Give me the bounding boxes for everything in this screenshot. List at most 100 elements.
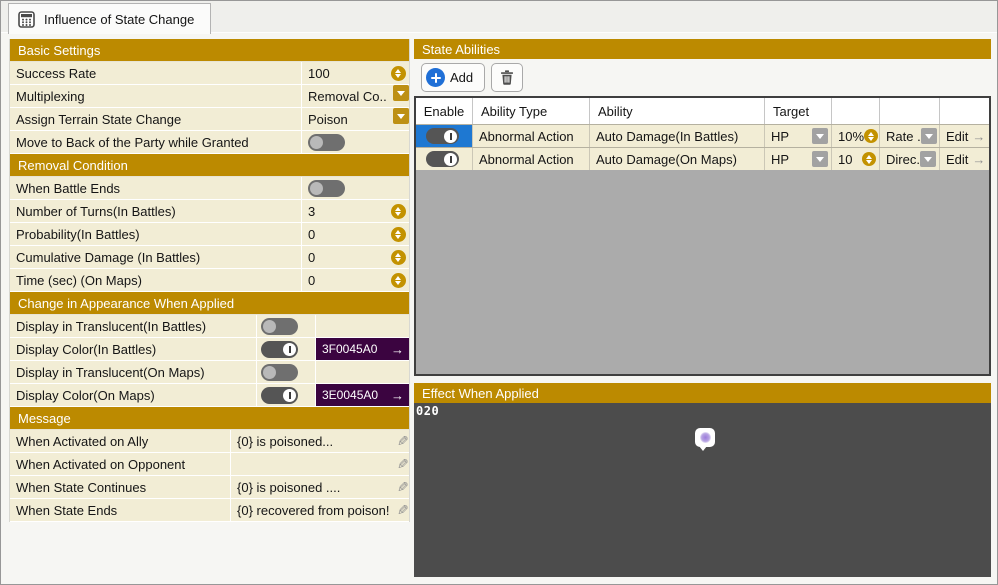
table-row[interactable]: Abnormal Action Auto Damage(In Battles) … [416,124,989,147]
dropdown-arrow-icon[interactable] [921,128,937,144]
color-hex-value: 3F0045A0 [322,342,377,356]
stepper-icon[interactable] [391,204,406,219]
target-value: HP [771,129,789,144]
rate-cell[interactable]: 10 [832,148,880,170]
row-time-sec: Time (sec) (On Maps) 0 [10,269,409,292]
enable-toggle[interactable] [426,128,459,144]
msg-activated-on-opponent-field[interactable]: ✎ [231,453,409,475]
stepper-icon[interactable] [391,250,406,265]
row-label: Assign Terrain State Change [10,108,302,130]
ability-cell[interactable]: Auto Damage(In Battles) [590,125,765,147]
ability-type-cell[interactable]: Abnormal Action [473,148,590,170]
move-to-back-toggle[interactable] [308,134,345,151]
when-battle-ends-toggle[interactable] [308,180,345,197]
tab-title: Influence of State Change [44,12,194,27]
cumulative-damage-field[interactable]: 0 [302,246,409,268]
edit-pencil-icon[interactable]: ✎ [393,457,409,471]
translucent-on-maps-toggle[interactable] [261,364,298,381]
target-cell[interactable]: HP [765,125,832,147]
effect-when-applied-panel: Effect When Applied 020 [414,383,991,577]
stepper-icon[interactable] [864,129,878,143]
particle-dot [700,432,711,443]
direction-value: Rate . [886,129,921,144]
row-label: When Activated on Opponent [10,453,231,475]
direction-cell[interactable]: Rate . [880,125,940,147]
row-msg-state-continues: When State Continues {0} is poisoned ...… [10,476,409,499]
edit-pencil-icon[interactable]: ✎ [393,503,409,517]
section-header-message: Message [10,407,409,430]
enable-cell-selected [416,125,473,147]
section-title: Removal Condition [18,158,128,173]
tab-bar: Influence of State Change [1,1,997,33]
time-sec-field[interactable]: 0 [302,269,409,291]
row-label: When State Continues [10,476,231,498]
stepper-icon[interactable] [391,66,406,81]
success-rate-field[interactable]: 100 [302,62,409,84]
probability-field[interactable]: 0 [302,223,409,245]
enable-cell [416,148,473,170]
stepper-icon[interactable] [391,227,406,242]
row-assign-terrain-state-change: Assign Terrain State Change Poison [10,108,409,131]
row-label: Number of Turns(In Battles) [10,200,302,222]
ability-cell[interactable]: Auto Damage(On Maps) [590,148,765,170]
table-header-cell [880,98,940,124]
row-label: Display Color(In Battles) [10,338,257,360]
dropdown-arrow-icon[interactable] [812,151,828,167]
dropdown-arrow-icon[interactable] [393,108,409,124]
effect-preview-area[interactable]: 020 [414,403,991,577]
edit-pencil-icon[interactable]: ✎ [393,480,409,494]
stepper-icon[interactable] [391,273,406,288]
row-label: Cumulative Damage (In Battles) [10,246,302,268]
row-display-color-in-battles: Display Color(In Battles) 3F0045A0 → [10,338,409,361]
multiplexing-select[interactable]: Removal Co.. [302,85,409,107]
field-value: 0 [308,227,332,242]
target-value: HP [771,152,789,167]
row-translucent-in-battles: Display in Translucent(In Battles) [10,315,409,338]
dropdown-arrow-icon[interactable] [920,151,936,167]
state-abilities-panel: State Abilities Add [414,39,991,376]
rate-cell[interactable]: 10% [832,125,880,147]
target-cell[interactable]: HP [765,148,832,170]
section-header-appearance: Change in Appearance When Applied [10,292,409,315]
msg-state-ends-field[interactable]: {0} recovered from poison! ✎ [231,499,409,521]
dropdown-arrow-icon[interactable] [393,85,409,101]
number-of-turns-field[interactable]: 3 [302,200,409,222]
section-title: Basic Settings [18,43,100,58]
edit-label: Edit [946,152,968,167]
color-swatch-in-battles[interactable]: 3F0045A0 → [316,338,409,360]
display-color-on-maps-toggle[interactable] [261,387,298,404]
display-color-in-battles-toggle[interactable] [261,341,298,358]
stepper-icon[interactable] [862,152,876,166]
msg-state-continues-field[interactable]: {0} is poisoned .... ✎ [231,476,409,498]
edit-cell[interactable]: Edit → [940,125,989,147]
msg-activated-on-ally-field[interactable]: {0} is poisoned... ✎ [231,430,409,452]
section-header-basic-settings: Basic Settings [10,39,409,62]
open-color-picker-arrow-icon[interactable]: → [391,342,404,357]
delete-button[interactable] [491,63,523,92]
tab-influence-of-state-change[interactable]: Influence of State Change [8,3,211,34]
edit-cell[interactable]: Edit → [940,148,989,170]
table-header-cell: Ability Type [473,98,590,124]
dropdown-arrow-icon[interactable] [812,128,828,144]
terrain-state-select[interactable]: Poison [302,108,409,130]
translucent-in-battles-toggle[interactable] [261,318,298,335]
table-row[interactable]: Abnormal Action Auto Damage(On Maps) HP … [416,147,989,170]
field-value: {0} is poisoned... [237,434,350,449]
row-label: Success Rate [10,62,302,84]
row-label: When State Ends [10,499,231,521]
direction-value: Direc. [886,152,920,167]
ability-type-cell[interactable]: Abnormal Action [473,125,590,147]
row-label: When Activated on Ally [10,430,231,452]
edit-pencil-icon[interactable]: ✎ [393,434,409,448]
color-swatch-on-maps[interactable]: 3E0045A0 → [316,384,409,406]
add-button[interactable]: Add [421,63,485,92]
table-header-cell: Enable [416,98,473,124]
row-label: Probability(In Battles) [10,223,302,245]
open-color-picker-arrow-icon[interactable]: → [391,388,404,403]
empty-cell [316,361,409,383]
state-abilities-header: State Abilities [414,39,991,59]
enable-toggle[interactable] [426,151,459,167]
row-probability: Probability(In Battles) 0 [10,223,409,246]
direction-cell[interactable]: Direc. [880,148,940,170]
edit-label: Edit [946,129,968,144]
